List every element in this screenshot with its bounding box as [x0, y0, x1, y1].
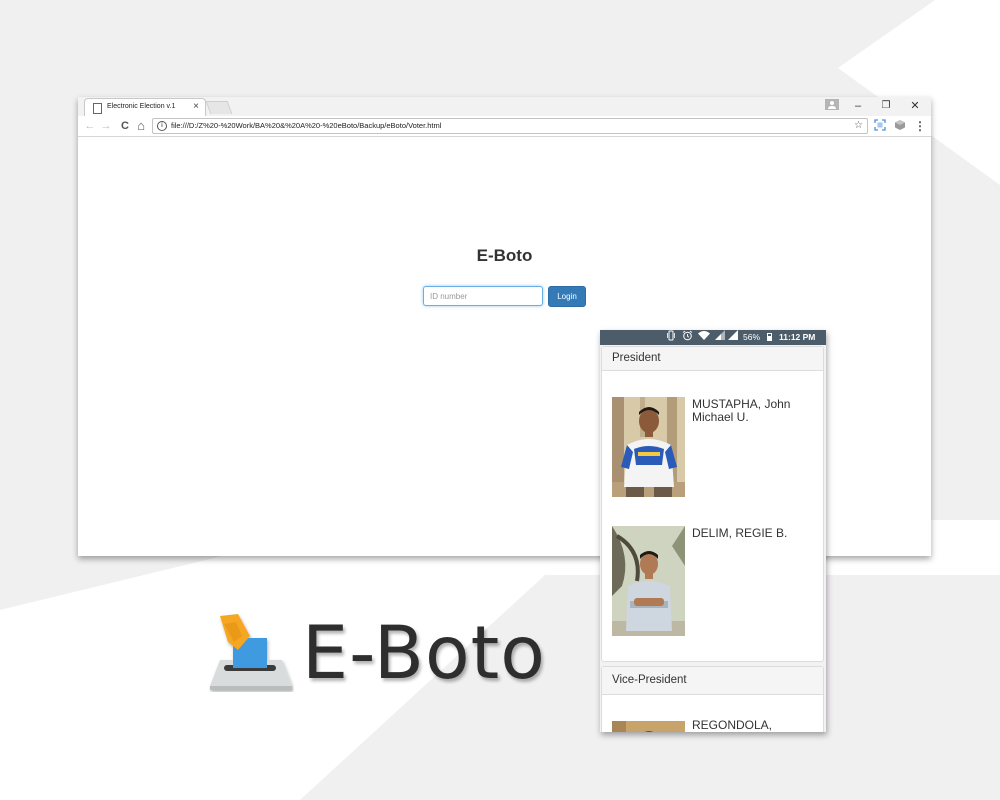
forward-button[interactable]: →: [99, 119, 113, 133]
browser-toolbar: ← → C ⌂ i file:///D:/Z%20-%20Work/BA%20&…: [78, 116, 931, 137]
close-window-button[interactable]: ✕: [908, 99, 922, 113]
candidate-name: REGONDOLA,: [692, 718, 773, 732]
ballot-box-logo-icon: [210, 614, 292, 690]
new-tab-button[interactable]: [205, 101, 233, 114]
profile-icon[interactable]: [825, 99, 839, 110]
logo-text: E-Boto: [302, 611, 546, 696]
tab-close-icon[interactable]: ×: [193, 101, 199, 113]
login-button[interactable]: Login: [548, 286, 586, 307]
president-panel: President MUSTAPHA, John Michael U. DELI…: [601, 346, 824, 662]
candidate-photo[interactable]: [612, 397, 685, 497]
document-icon: [93, 103, 102, 114]
alarm-icon: [682, 330, 693, 341]
menu-button[interactable]: ⋮: [913, 119, 927, 133]
signal-icon-2: [728, 330, 738, 340]
wifi-icon: [698, 331, 710, 340]
panel-title-president: President: [612, 352, 661, 364]
candidate-name: DELIM, REGIE B.: [692, 526, 788, 540]
id-number-input[interactable]: [423, 286, 543, 306]
status-bar: 56% 11:12 PM: [600, 330, 826, 345]
reload-button[interactable]: C: [118, 119, 132, 133]
extension-icon[interactable]: [894, 119, 906, 131]
battery-icon: [767, 333, 772, 341]
url-text: file:///D:/Z%20-%20Work/BA%20&%20A%20-%2…: [171, 121, 442, 130]
panel-heading: President: [602, 347, 823, 371]
signal-icon-1: [715, 330, 725, 340]
page-title: E-Boto: [476, 246, 533, 265]
phone-screen: 56% 11:12 PM President MUSTAPHA, John Mi…: [600, 330, 826, 732]
browser-tab[interactable]: Electronic Election v.1 ×: [84, 98, 206, 117]
panel-heading: Vice-President: [602, 667, 823, 695]
screenshot-extension-icon[interactable]: [874, 119, 886, 131]
home-button[interactable]: ⌂: [134, 119, 148, 133]
tab-strip: Electronic Election v.1 × – ❐ ✕: [78, 97, 931, 117]
minimize-button[interactable]: –: [851, 99, 865, 113]
bookmark-star-icon[interactable]: ☆: [854, 119, 863, 133]
panel-title-vice-president: Vice-President: [612, 674, 687, 686]
status-time: 11:12 PM: [779, 332, 816, 342]
info-icon[interactable]: i: [157, 121, 167, 131]
restore-button[interactable]: ❐: [879, 99, 893, 113]
candidate-name: MUSTAPHA, John Michael U.: [692, 397, 791, 424]
vibrate-icon: [667, 330, 675, 341]
battery-percent: 56%: [743, 332, 761, 342]
vice-president-panel: Vice-President REGONDOLA,: [601, 666, 824, 732]
address-bar[interactable]: i file:///D:/Z%20-%20Work/BA%20&%20A%20-…: [152, 118, 868, 134]
tab-title: Electronic Election v.1: [107, 103, 176, 110]
candidate-photo[interactable]: [612, 526, 685, 636]
candidate-photo[interactable]: [612, 721, 685, 732]
back-button[interactable]: ←: [83, 119, 97, 133]
